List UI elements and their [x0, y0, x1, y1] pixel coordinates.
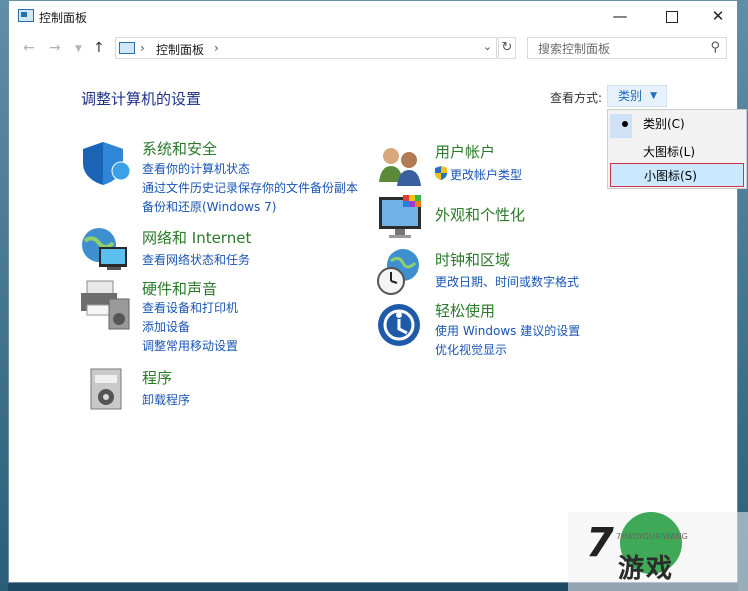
link-devices-printers[interactable]: 查看设备和打印机 [142, 299, 238, 316]
recent-locations-chevron-icon[interactable]: ▼ [75, 44, 82, 54]
link-uninstall-program[interactable]: 卸载程序 [142, 391, 190, 408]
view-by-label: 查看方式: [550, 91, 603, 105]
programs-icon[interactable] [87, 365, 127, 413]
search-icon[interactable]: ⚲ [710, 40, 720, 55]
shield-icon[interactable] [81, 139, 131, 187]
menu-item-label: 小图标(S) [644, 169, 697, 183]
address-bar[interactable]: › 控制面板 › ⌄ [115, 37, 497, 59]
page-title: 调整计算机的设置 [81, 90, 202, 108]
dropdown-caret-icon: ▼ [650, 91, 657, 101]
desktop-left-edge [0, 0, 8, 591]
view-by-menu: 类别(C) 大图标(L) 小图标(S) [607, 109, 747, 189]
window-title: 控制面板 [39, 11, 88, 25]
link-mobility-settings[interactable]: 调整常用移动设置 [142, 337, 238, 354]
appearance-monitor-icon[interactable] [377, 193, 427, 243]
control-panel-window: 控制面板 — ✕ ← → ▼ ↑ › 控制面板 › ⌄ ↻ ⚲ 调整计算机的设置… [8, 0, 747, 583]
category-hardware-sound[interactable]: 硬件和声音 [142, 278, 217, 299]
address-control-panel-icon [119, 42, 135, 54]
title-bar[interactable]: 控制面板 — ✕ [9, 1, 737, 32]
menu-item-label: 大图标(L) [643, 145, 696, 159]
desktop-right-edge [738, 0, 748, 591]
menu-item-category[interactable]: 类别(C) [610, 112, 744, 136]
category-ease-of-access[interactable]: 轻松使用 [435, 300, 495, 321]
search-input[interactable] [536, 40, 700, 58]
breadcrumb-chevron-icon[interactable]: › [140, 41, 145, 55]
category-appearance-personalization[interactable]: 外观和个性化 [435, 204, 525, 225]
watermark-subtext: 7HAOYOUXIWANG [616, 532, 688, 541]
forward-arrow-icon[interactable]: → [49, 40, 61, 56]
uac-shield-icon [435, 166, 447, 180]
link-change-date-time-format[interactable]: 更改日期、时间或数字格式 [435, 273, 579, 290]
address-dropdown-icon[interactable]: ⌄ [483, 40, 492, 53]
category-network-internet[interactable]: 网络和 Internet [142, 227, 251, 248]
link-change-account-type[interactable]: 更改帐户类型 [450, 166, 522, 183]
close-button[interactable]: ✕ [695, 1, 741, 32]
up-arrow-icon[interactable]: ↑ [93, 40, 105, 56]
printer-speaker-icon[interactable] [79, 277, 133, 331]
view-by-value: 类别 [618, 89, 643, 103]
menu-item-label: 类别(C) [643, 117, 685, 131]
link-optimize-visual-display[interactable]: 优化视觉显示 [435, 341, 507, 358]
control-panel-icon [18, 9, 34, 22]
clock-globe-icon[interactable] [375, 247, 425, 297]
category-clock-region[interactable]: 时钟和区域 [435, 249, 510, 270]
minimize-button[interactable]: — [597, 1, 643, 32]
link-view-computer-status[interactable]: 查看你的计算机状态 [142, 160, 250, 177]
link-windows-suggested-settings[interactable]: 使用 Windows 建议的设置 [435, 322, 580, 339]
refresh-button[interactable]: ↻ [498, 37, 516, 59]
ease-of-access-icon[interactable] [377, 303, 425, 351]
category-programs[interactable]: 程序 [142, 367, 172, 388]
maximize-icon [666, 10, 678, 23]
breadcrumb-chevron-icon[interactable]: › [214, 41, 219, 55]
network-globe-icon[interactable] [79, 225, 133, 273]
maximize-button[interactable] [649, 1, 695, 32]
watermark-seven-logo: 7 [586, 520, 614, 566]
radio-dot-icon [622, 121, 628, 127]
search-box[interactable]: ⚲ [527, 37, 727, 59]
link-add-device[interactable]: 添加设备 [142, 318, 190, 335]
link-file-history[interactable]: 通过文件历史记录保存你的文件备份副本 [142, 179, 358, 196]
navigation-bar: ← → ▼ ↑ › 控制面板 › ⌄ ↻ ⚲ [9, 34, 737, 64]
menu-item-small-icons[interactable]: 小图标(S) [610, 163, 744, 187]
view-by-dropdown[interactable]: 类别 ▼ [607, 85, 667, 107]
watermark-text: 游戏 [618, 554, 675, 584]
menu-item-large-icons[interactable]: 大图标(L) [610, 140, 744, 164]
back-arrow-icon[interactable]: ← [23, 40, 35, 56]
category-system-security[interactable]: 系统和安全 [142, 138, 217, 159]
link-network-status[interactable]: 查看网络状态和任务 [142, 251, 250, 268]
category-user-accounts[interactable]: 用户帐户 [435, 141, 495, 162]
link-backup-restore[interactable]: 备份和还原(Windows 7) [142, 198, 276, 215]
breadcrumb-control-panel[interactable]: 控制面板 [156, 41, 204, 58]
user-accounts-icon[interactable] [377, 144, 425, 186]
